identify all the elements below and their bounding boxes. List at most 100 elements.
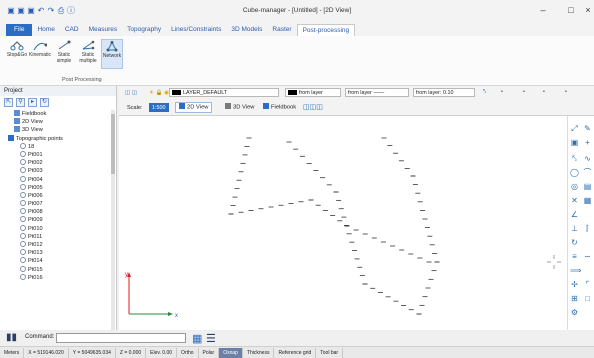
color-select[interactable]: from layer xyxy=(285,88,341,97)
menu-tab-raster[interactable]: Raster xyxy=(267,24,296,36)
draw-line-icon[interactable]: ⤣ xyxy=(570,154,579,163)
tree-item[interactable]: Pt011 xyxy=(4,232,116,241)
pencil-icon[interactable]: ✎ xyxy=(583,124,592,133)
menu-tab-lines-constraints[interactable]: Lines/Constraints xyxy=(166,24,226,36)
kinematic-icon xyxy=(33,42,47,51)
tree-item[interactable]: Pt016 xyxy=(4,273,116,282)
select-icon[interactable]: ⇱ xyxy=(4,98,13,107)
arc-icon[interactable]: ⌒ xyxy=(583,168,592,177)
drawing-canvas[interactable]: y x xyxy=(119,116,567,330)
view-3d-button[interactable]: 3D View xyxy=(221,102,258,113)
ucs-axis-icon xyxy=(127,272,173,316)
command-panel-icon[interactable]: ▮▮ xyxy=(6,332,17,343)
tree-item[interactable]: Pt014 xyxy=(4,257,116,265)
zoom-window-icon[interactable]: ⤢ xyxy=(570,124,579,133)
grid-icon[interactable]: ⊞ xyxy=(570,294,579,303)
trim-icon[interactable]: ⟹ xyxy=(570,266,581,275)
polyline-icon[interactable]: ∿ xyxy=(583,154,592,163)
snap-midpoint-icon[interactable]: ▪ xyxy=(523,87,525,97)
chain-icon[interactable]: ∼ xyxy=(583,252,592,261)
command-input[interactable] xyxy=(56,333,186,343)
add-icon[interactable]: + xyxy=(583,138,592,147)
layer-manager-icon[interactable]: ◫ ◫ xyxy=(125,88,137,98)
line-icon[interactable]: ⤣ xyxy=(483,87,486,97)
static-simple-button[interactable]: Static simple xyxy=(53,39,75,69)
filter-icon[interactable]: ▸ xyxy=(28,98,37,107)
kinematic-button[interactable]: Kinematic xyxy=(29,39,51,69)
tree-item[interactable]: Pt009 xyxy=(4,216,116,224)
rotate-icon[interactable]: ↻ xyxy=(570,238,579,247)
menu-tab-cad[interactable]: CAD xyxy=(60,24,84,36)
snap-center-icon[interactable]: ▪ xyxy=(543,87,545,97)
point-icon xyxy=(20,167,26,174)
tree-item[interactable]: Pt005 xyxy=(4,183,116,192)
tree-item[interactable]: Pt001 xyxy=(4,150,116,159)
tree-item[interactable]: Pt007 xyxy=(4,200,116,208)
tree-item[interactable]: Pt004 xyxy=(4,175,116,184)
minimize-icon[interactable]: – xyxy=(532,4,554,16)
view-2d-button[interactable]: 2D View xyxy=(175,102,213,113)
status-ortho[interactable]: Ortho xyxy=(177,347,199,358)
tree-item-label: Pt014 xyxy=(28,258,43,265)
tree-item[interactable]: 18 xyxy=(4,142,116,151)
list-view-icon[interactable]: ☰ xyxy=(206,332,216,345)
refresh-icon[interactable]: ↻ xyxy=(40,98,49,107)
zoom-extents-icon[interactable]: ▣ xyxy=(570,138,579,147)
close-icon[interactable]: × xyxy=(582,4,594,16)
tree-item[interactable]: Pt002 xyxy=(4,159,116,167)
menu-tab-home[interactable]: Home xyxy=(32,24,59,36)
ribbon-tabs: File Home CAD Measures Topography Lines/Const… xyxy=(0,24,594,36)
fieldbook-button[interactable]: Fieldbook xyxy=(259,102,300,113)
tree-item[interactable]: Pt010 xyxy=(4,224,116,233)
circle-icon[interactable]: ◯ xyxy=(570,168,579,177)
menu-tab-measures[interactable]: Measures xyxy=(84,24,123,36)
tree-item[interactable]: Pt006 xyxy=(4,191,116,200)
target-icon[interactable]: ◎ xyxy=(570,182,579,191)
lineweight-select[interactable]: from layer: 0.10 xyxy=(413,88,475,97)
hatch-icon[interactable]: ▦ xyxy=(583,196,592,205)
network-button[interactable]: Network xyxy=(101,39,123,69)
status-thickness[interactable]: Thickness xyxy=(243,347,275,358)
tree-item[interactable]: Pt012 xyxy=(4,241,116,249)
maximize-icon[interactable]: □ xyxy=(560,4,582,16)
window-layout-icons[interactable]: ◫◫◫ xyxy=(303,103,323,113)
measure-icon[interactable]: ∠ xyxy=(570,210,579,219)
status-polar[interactable]: Polar xyxy=(199,347,220,358)
move-icon[interactable]: ✢ xyxy=(570,280,579,289)
menu-tab-post-processing[interactable]: Post-processing xyxy=(296,24,356,36)
tree-item[interactable]: 3D View xyxy=(4,126,116,134)
perpendicular-icon[interactable]: ⊥ xyxy=(570,224,579,233)
grid-view-icon[interactable]: ▦ xyxy=(192,332,202,345)
tree-item[interactable]: Topographic points xyxy=(4,134,116,143)
snap-endpoint-icon[interactable]: ▪ xyxy=(501,87,503,97)
bracket-icon[interactable]: ⌈ xyxy=(583,224,592,233)
tree-item[interactable]: Pt013 xyxy=(4,249,116,257)
status-tool-bar[interactable]: Tool bar xyxy=(316,347,344,358)
status-osnap[interactable]: Osnap xyxy=(219,347,243,358)
tree-item[interactable]: 2D View xyxy=(4,118,116,126)
tree-item[interactable]: Fieldbook xyxy=(4,110,116,118)
layers-icon[interactable]: ▤ xyxy=(583,182,592,191)
tree-scrollbar-thumb[interactable] xyxy=(111,114,115,174)
tree-item[interactable]: Pt003 xyxy=(4,167,116,175)
menu-tab-topography[interactable]: Topography xyxy=(122,24,166,36)
tree-item-label: Pt008 xyxy=(28,209,43,216)
menu-tab-file[interactable]: File xyxy=(6,24,33,36)
scale-select[interactable]: 1:500 xyxy=(149,103,169,112)
tree-item[interactable]: Pt015 xyxy=(4,265,116,274)
snap-node-icon[interactable]: ▪ xyxy=(565,87,567,97)
search-icon[interactable]: ⚲ xyxy=(16,98,25,107)
tree-item[interactable]: Pt008 xyxy=(4,208,116,216)
layer-select[interactable]: LAYER_DEFAULT xyxy=(169,88,279,97)
stop-and-go-button[interactable]: Stop&Go xyxy=(6,39,28,69)
offset-icon[interactable]: ≡ xyxy=(570,252,579,261)
static-multiple-button[interactable]: Static multiple xyxy=(77,39,99,69)
delete-icon[interactable]: ✕ xyxy=(570,196,579,205)
rectangle-icon[interactable]: □ xyxy=(583,294,592,303)
status-reference-grid[interactable]: Reference grid xyxy=(274,347,317,358)
linetype-select[interactable]: from layer —— xyxy=(345,88,409,97)
settings-icon[interactable]: ⚙ xyxy=(570,308,579,317)
layer-state-icons[interactable]: ☀ 🔒 ◉ xyxy=(149,88,169,98)
menu-tab-3d-models[interactable]: 3D Models xyxy=(226,24,267,36)
corner-icon[interactable]: ⌜ xyxy=(583,280,592,289)
